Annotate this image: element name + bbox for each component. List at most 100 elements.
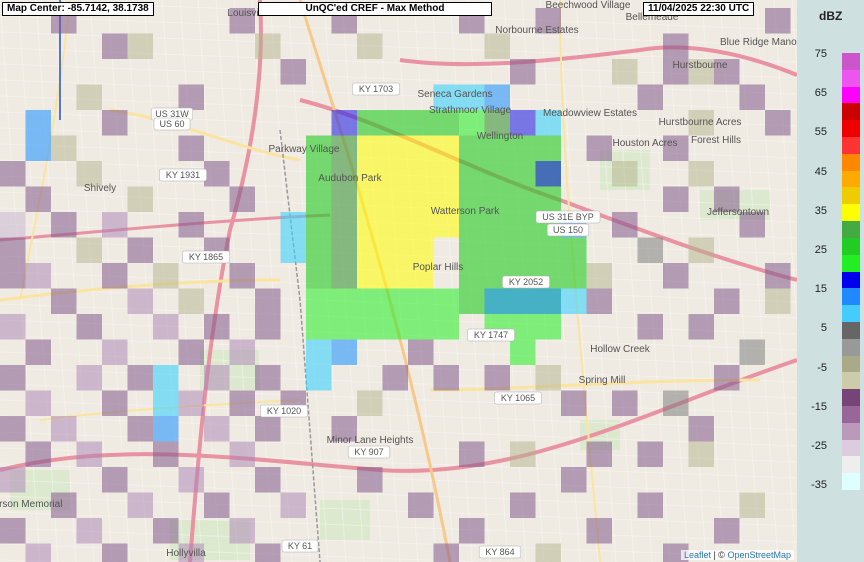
radar-cell [408, 492, 434, 518]
legend-swatch [842, 53, 860, 71]
legend-label: -35 [811, 479, 827, 492]
radar-cell [382, 365, 408, 391]
radar-cell [637, 492, 663, 518]
radar-cell [510, 441, 536, 467]
map-view[interactable]: Louisville Beechwood Village Bellemeade Nor… [0, 0, 797, 562]
legend-label: 35 [814, 204, 827, 217]
radar-cell [714, 365, 740, 391]
legend-swatch [842, 69, 860, 88]
place-label: Watterson Park [431, 206, 501, 217]
radar-cell [25, 186, 51, 212]
radar-cell [255, 288, 281, 314]
radar-cell [331, 237, 357, 263]
radar-cell [0, 237, 26, 263]
radar-cell [102, 33, 128, 59]
radar-cell [382, 186, 408, 212]
radar-cell [25, 441, 51, 467]
radar-cell [510, 161, 536, 187]
route-label: KY 1931 [166, 170, 200, 180]
route-label: US 31E BYP [542, 212, 594, 222]
place-label: Hollow Creek [590, 344, 650, 355]
route-label: KY 1065 [501, 393, 535, 403]
radar-cell [561, 288, 587, 314]
legend-swatch [842, 305, 860, 323]
route-label: US 60 [159, 119, 184, 129]
radar-cell [178, 288, 204, 314]
radar-cell [306, 339, 332, 365]
radar-cell [433, 135, 459, 161]
radar-cell [102, 339, 128, 365]
legend-swatch [842, 439, 860, 457]
radar-cell [0, 467, 26, 493]
radar-cell [586, 288, 612, 314]
radar-cell [229, 263, 255, 289]
map-center-label: Map Center: -85.7142, 38.1738 [2, 2, 154, 16]
radar-cell [535, 543, 561, 562]
place-label: Spring Mill [579, 375, 626, 386]
map-canvas[interactable]: LouisvilleBeechwood VillageBellemeadeNor… [0, 0, 797, 562]
radar-cell [229, 518, 255, 544]
place-label: Hollyvilla [166, 548, 206, 559]
radar-cell [178, 135, 204, 161]
radar-cell [76, 441, 102, 467]
radar-cell [102, 263, 128, 289]
legend-swatch [842, 120, 860, 138]
radar-cell [25, 135, 51, 161]
radar-cell [306, 288, 332, 314]
radar-cell [306, 263, 332, 289]
radar-cell [688, 161, 714, 187]
legend-swatch [842, 473, 860, 491]
radar-cell [331, 314, 357, 340]
radar-cell [331, 110, 357, 136]
legend-swatch [842, 422, 860, 441]
legend-label: 45 [814, 165, 827, 178]
radar-cell [102, 390, 128, 416]
radar-cell [765, 288, 791, 314]
radar-cell [255, 467, 281, 493]
radar-cell [765, 8, 791, 34]
legend-label: 75 [814, 48, 827, 60]
legend-label: 5 [820, 322, 827, 335]
radar-cell [229, 339, 255, 365]
radar-cell [459, 518, 485, 544]
radar-cell [153, 518, 179, 544]
radar-cell [331, 339, 357, 365]
radar-cell [612, 161, 638, 187]
radar-cell [229, 441, 255, 467]
radar-cell [204, 314, 230, 340]
radar-cell [178, 84, 204, 110]
radar-cell [510, 186, 536, 212]
legend-swatch [842, 405, 860, 424]
radar-cell [357, 186, 383, 212]
legend-swatch [842, 456, 860, 474]
radar-cell [127, 33, 153, 59]
radar-cell [484, 33, 510, 59]
radar-cell [637, 314, 663, 340]
route-label: KY 1747 [474, 330, 508, 340]
radar-cell [637, 84, 663, 110]
radar-cell [637, 237, 663, 263]
radar-cell [382, 237, 408, 263]
radar-cell [561, 390, 587, 416]
radar-cell [255, 314, 281, 340]
radar-cell [612, 390, 638, 416]
dbz-legend: dBZ 75 65 55 45 35 25 15 5 -5 -15 -25 -35 [797, 0, 864, 562]
timestamp-label: 11/04/2025 22:30 UTC [643, 2, 755, 16]
radar-cell [408, 212, 434, 238]
radar-cell [408, 237, 434, 263]
product-title: UnQC'ed CREF - Max Method [258, 2, 492, 16]
radar-cell [688, 314, 714, 340]
radar-cell [178, 467, 204, 493]
legend-swatch [842, 153, 860, 172]
radar-cell [178, 339, 204, 365]
radar-cell [510, 212, 536, 238]
legend-swatch [842, 321, 860, 340]
place-label: Hurstbourne Acres [659, 117, 742, 128]
leaflet-link[interactable]: Leaflet [684, 550, 711, 560]
radar-cell [127, 288, 153, 314]
route-label: KY 907 [354, 447, 383, 457]
legend-swatch [842, 137, 860, 155]
radar-cell [306, 365, 332, 391]
osm-link[interactable]: OpenStreetMap [727, 550, 791, 560]
radar-cell [255, 543, 281, 562]
